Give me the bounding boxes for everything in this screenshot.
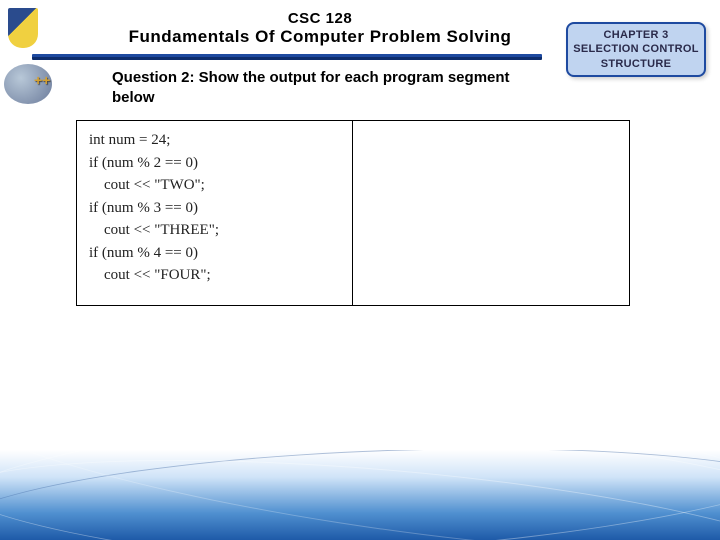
cpp-plus-icon: ++ bbox=[34, 72, 50, 88]
cpp-icon: ++ bbox=[4, 64, 60, 112]
code-cell-right bbox=[353, 121, 629, 305]
title-block: CSC 128 Fundamentals Of Computer Problem… bbox=[60, 0, 580, 47]
code-table: int num = 24; if (num % 2 == 0) cout << … bbox=[76, 120, 630, 306]
question-text: Question 2: Show the output for each pro… bbox=[112, 68, 542, 109]
chapter-line-2: SELECTION CONTROL bbox=[570, 42, 702, 56]
chapter-line-1: CHAPTER 3 bbox=[570, 28, 702, 42]
title-underline bbox=[32, 54, 542, 60]
footer-decoration bbox=[0, 450, 720, 540]
code-cell-left: int num = 24; if (num % 2 == 0) cout << … bbox=[77, 121, 353, 305]
course-code: CSC 128 bbox=[60, 10, 580, 27]
chapter-badge: CHAPTER 3 SELECTION CONTROL STRUCTURE bbox=[566, 22, 706, 77]
course-title: Fundamentals Of Computer Problem Solving bbox=[60, 27, 580, 47]
university-logo bbox=[8, 8, 48, 56]
chapter-line-3: STRUCTURE bbox=[570, 57, 702, 71]
shield-icon bbox=[8, 8, 38, 48]
